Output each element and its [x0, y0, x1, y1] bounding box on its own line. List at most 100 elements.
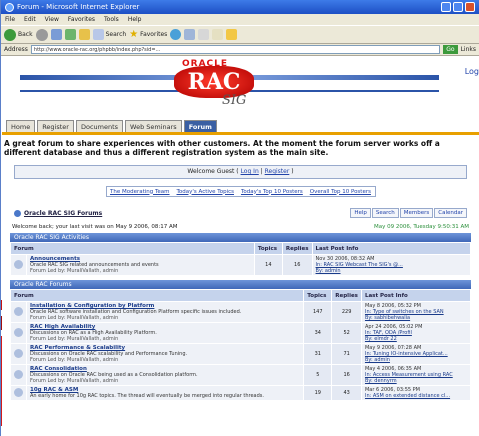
table-row: Announcements Oracle RAC SIG related ann… [10, 254, 472, 276]
home-icon[interactable] [78, 29, 90, 40]
category-header[interactable]: Oracle RAC Forums [10, 280, 471, 289]
forum-status-icon [14, 306, 23, 316]
table-row: RAC Consolidation Discussions on Oracle … [10, 364, 472, 386]
forum-moderators: Forum Led by: MuraliVallath, admin [30, 315, 119, 321]
forum-status-icon [14, 327, 23, 337]
menu-view[interactable]: View [45, 16, 59, 23]
breadcrumb: Oracle RAC SIG Forums Help Search Member… [2, 208, 479, 218]
history-icon[interactable] [184, 29, 196, 40]
menu-favorites[interactable]: Favorites [68, 16, 95, 23]
reply-count: 52 [331, 322, 362, 344]
col-forum: Forum [10, 242, 255, 255]
search-button[interactable]: Search [371, 208, 399, 218]
menu-help[interactable]: Help [128, 16, 142, 23]
logout-link[interactable]: Log [465, 67, 479, 76]
reply-count: 229 [331, 301, 362, 323]
table-row: Installation & Configuration by Platform… [10, 301, 472, 323]
last-visit-row: Welcome back; your last visit was on May… [2, 224, 479, 230]
forum-table: Forum Topics Replies Last Post Info Anno… [10, 242, 472, 276]
folder-icon[interactable] [226, 29, 238, 40]
col-last-post: Last Post Info [311, 242, 472, 255]
col-topics: Topics [303, 289, 333, 302]
minimize-icon[interactable] [441, 2, 451, 12]
col-replies: Replies [281, 242, 313, 255]
back-arrow-icon [4, 28, 16, 41]
title-bar[interactable]: Forum - Microsoft Internet Explorer [1, 0, 479, 14]
forum-status-icon [14, 259, 23, 269]
current-date: May 09 2006, Tuesday 9:50:31 AM [374, 224, 469, 230]
reply-count: 16 [281, 254, 313, 276]
col-forum: Forum [9, 289, 305, 302]
forum-table: Forum Topics Replies Last Post Info Inst… [9, 289, 472, 401]
toolbar: Back Search ★ Favorites [1, 25, 479, 44]
topic-count: 34 [303, 322, 333, 344]
forum-status-icon [14, 387, 23, 397]
browser-window: Forum - Microsoft Internet Explorer File… [0, 0, 479, 436]
refresh-icon[interactable] [64, 29, 76, 40]
print-icon[interactable] [212, 29, 224, 40]
col-topics: Topics [253, 242, 283, 255]
welcome-box: Welcome Guest ( Log In | Register ) [14, 165, 467, 179]
forum-home-icon [14, 209, 21, 217]
window-controls [441, 2, 475, 12]
tab-home[interactable]: Home [6, 120, 36, 132]
links-label[interactable]: Links [461, 46, 476, 53]
media-icon[interactable] [170, 29, 182, 40]
last-post-author-link[interactable]: By: admin [316, 268, 467, 274]
table-row: RAC High Availability Discussions on RAC… [10, 322, 472, 344]
col-replies: Replies [331, 289, 362, 302]
top-posters-overall-link[interactable]: Overall Top 10 Posters [310, 189, 371, 195]
active-topics-link[interactable]: Today's Active Topics [177, 189, 235, 195]
calendar-button[interactable]: Calendar [434, 208, 467, 218]
register-link[interactable]: Register [265, 168, 290, 175]
back-button[interactable]: Back [4, 28, 33, 41]
maximize-icon[interactable] [453, 2, 463, 12]
forum-actions: Help Search Members Calendar [350, 208, 467, 218]
table-row: 10g RAC & ASM An early home for 10g RAC … [10, 385, 472, 401]
moderating-team-link[interactable]: The Moderating Team [110, 189, 170, 195]
forum-status-icon [14, 369, 23, 379]
login-link[interactable]: Log In [241, 168, 259, 175]
site-banner: ORACLE RAC SIG Log [2, 57, 479, 119]
top-posters-today-link[interactable]: Today's Top 10 Posters [241, 189, 303, 195]
menu-tools[interactable]: Tools [104, 16, 119, 23]
last-post-topic-link[interactable]: In: ASM on extended distance cl... [365, 393, 467, 399]
tab-web-seminars[interactable]: Web Seminars [125, 120, 182, 132]
last-post-author-link[interactable]: By: sabhibehwalia [365, 315, 467, 321]
intro-text: A great forum to share experiences with … [4, 139, 440, 157]
forum-moderators: Forum Led by: MuraliVallath, admin [30, 357, 119, 363]
topic-count: 31 [303, 343, 333, 365]
search-button[interactable]: Search [92, 29, 126, 40]
window-title: Forum - Microsoft Internet Explorer [17, 3, 140, 11]
menu-edit[interactable]: Edit [24, 16, 36, 23]
reply-count: 16 [331, 364, 362, 386]
tab-forum[interactable]: Forum [183, 120, 217, 132]
last-post-author-link[interactable]: By: dennyrm [365, 378, 467, 384]
menu-bar: File Edit View Favorites Tools Help [1, 14, 479, 25]
breadcrumb-link[interactable]: Oracle RAC SIG Forums [24, 210, 102, 217]
mail-icon[interactable] [198, 29, 210, 40]
favorites-button[interactable]: ★ Favorites [129, 29, 167, 40]
menu-file[interactable]: File [5, 16, 15, 23]
last-post-author-link[interactable]: By: elmdr 22 [365, 336, 467, 342]
table-row: RAC Performance & Scalability Discussion… [10, 343, 472, 365]
close-icon[interactable] [465, 2, 475, 12]
last-visit-text: Welcome back; your last visit was on May… [12, 224, 178, 230]
category-header[interactable]: Oracle RAC SIG Activities [10, 233, 471, 242]
reply-count: 71 [331, 343, 362, 365]
forward-button[interactable] [35, 28, 48, 41]
last-post-author-link[interactable]: By: admin [365, 357, 467, 363]
members-button[interactable]: Members [399, 208, 434, 218]
topic-count: 147 [303, 301, 333, 323]
address-input[interactable]: http://www.oracle-rac.org/phpbb/index.ph… [30, 45, 441, 54]
topic-count: 14 [253, 254, 283, 276]
forum-nav-links: The Moderating Team Today's Active Topic… [105, 186, 376, 197]
tab-register[interactable]: Register [37, 120, 74, 132]
site-tabs: Home Register Documents Web Seminars For… [2, 119, 479, 135]
search-icon [92, 29, 104, 40]
tab-documents[interactable]: Documents [75, 120, 124, 132]
ie-icon [5, 2, 14, 12]
help-button[interactable]: Help [350, 208, 371, 218]
stop-icon[interactable] [50, 29, 62, 40]
go-button[interactable]: Go [443, 45, 458, 54]
